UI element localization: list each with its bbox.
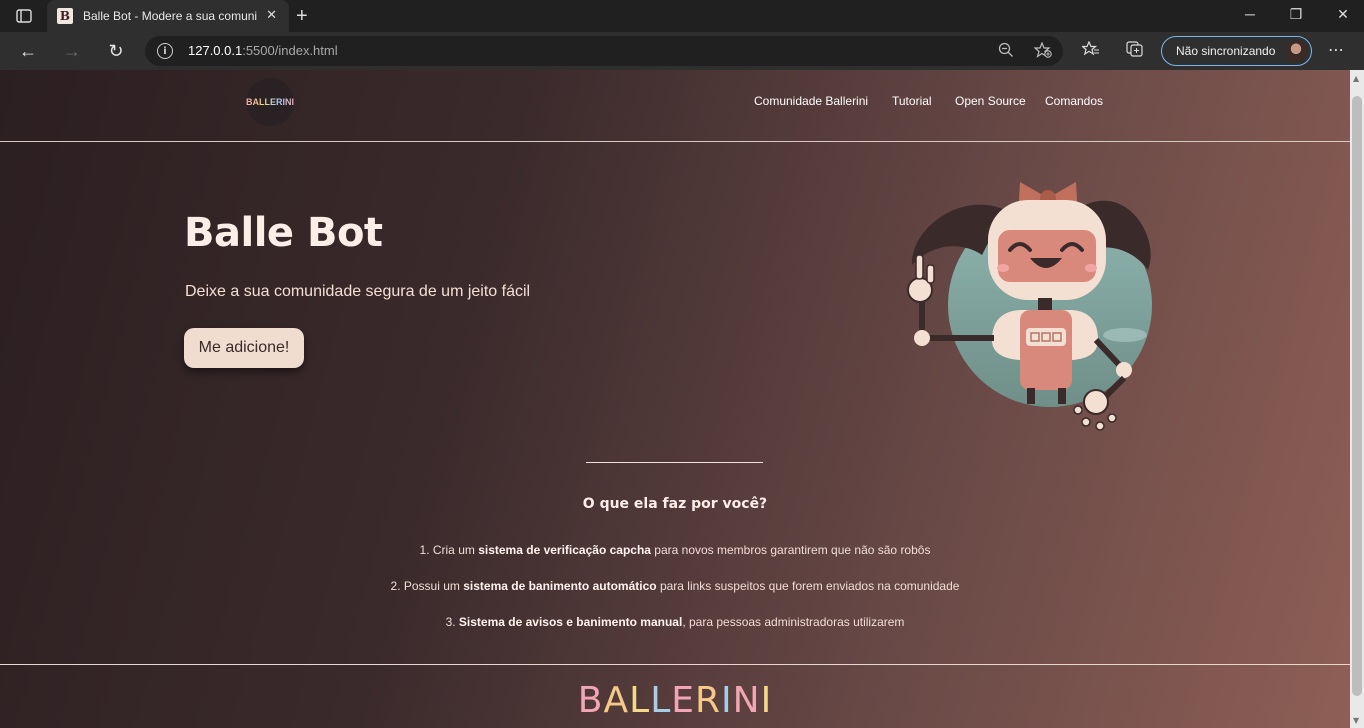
favicon-icon: B	[57, 8, 73, 24]
feature-item-3: 3. Sistema de avisos e banimento manual,…	[445, 615, 905, 629]
scroll-down-icon[interactable]: ▼	[1353, 716, 1359, 725]
collections-icon[interactable]	[1126, 41, 1144, 61]
page-viewport: BALLERINI Comunidade Ballerini Tutorial …	[0, 70, 1350, 728]
hero-subtitle: Deixe a sua comunidade segura de um jeit…	[185, 283, 531, 300]
site-logo[interactable]: BALLERINI	[246, 78, 294, 126]
browser-toolbar: ← → ↻ i 127.0.0.1:5500/index.html Não si…	[0, 32, 1364, 70]
sync-label: Não sincronizando	[1176, 44, 1276, 58]
section-divider	[586, 462, 763, 463]
site-info-icon[interactable]: i	[157, 43, 173, 59]
window-close-icon[interactable]: ✕	[1333, 6, 1353, 23]
footer-divider	[0, 664, 1350, 665]
tab-actions-icon[interactable]	[10, 6, 38, 26]
forward-icon[interactable]: →	[61, 40, 83, 62]
url-text[interactable]: 127.0.0.1:5500/index.html	[188, 43, 338, 58]
scroll-thumb[interactable]	[1352, 96, 1362, 696]
footer-logo-letter: B	[577, 680, 604, 721]
nav-link-tutorial[interactable]: Tutorial	[892, 94, 932, 108]
hero-title: Balle Bot	[184, 210, 383, 256]
footer-logo-letter: L	[650, 680, 672, 721]
feature-item-2: 2. Possui um sistema de banimento automá…	[390, 579, 960, 593]
minimize-icon[interactable]: ─	[1240, 6, 1260, 22]
sync-status-button[interactable]: Não sincronizando	[1161, 36, 1312, 66]
avatar	[1285, 40, 1307, 62]
nav-link-comandos[interactable]: Comandos	[1045, 94, 1103, 108]
refresh-icon[interactable]: ↻	[105, 40, 127, 62]
new-tab-icon[interactable]: +	[296, 5, 308, 28]
footer-logo-letter: L	[629, 680, 651, 721]
tab-title: Balle Bot - Modere a sua comuni	[83, 9, 258, 23]
browser-titlebar: B Balle Bot - Modere a sua comuni ✕ + ─ …	[0, 0, 1364, 32]
footer-logo-letter: I	[760, 680, 773, 721]
more-icon[interactable]: ⋯	[1328, 40, 1344, 59]
features-title: O que ela faz por você?	[582, 496, 768, 512]
footer-logo-letter: E	[671, 680, 695, 721]
address-bar[interactable]: i 127.0.0.1:5500/index.html	[145, 36, 1063, 66]
zoom-icon[interactable]	[998, 42, 1014, 62]
nav-link-comunidade[interactable]: Comunidade Ballerini	[754, 94, 868, 108]
add-favorite-icon[interactable]	[1033, 41, 1052, 62]
footer-logo: BALLERINI	[0, 680, 1350, 721]
close-icon[interactable]: ✕	[266, 8, 277, 23]
add-bot-button[interactable]: Me adicione!	[184, 328, 304, 368]
footer-logo-letter: N	[732, 680, 761, 721]
favorites-icon[interactable]	[1080, 40, 1100, 61]
nav-link-open-source[interactable]: Open Source	[955, 94, 1026, 108]
robot-illustration	[907, 182, 1152, 431]
back-icon[interactable]: ←	[17, 40, 39, 62]
site-header: BALLERINI Comunidade Ballerini Tutorial …	[0, 70, 1350, 142]
footer-logo-letter: I	[721, 680, 733, 721]
feature-item-1: 1. Cria um sistema de verificação capcha…	[419, 543, 931, 557]
scroll-up-icon[interactable]: ▲	[1353, 74, 1359, 83]
restore-icon[interactable]: ❐	[1286, 6, 1306, 23]
browser-tab[interactable]: B Balle Bot - Modere a sua comuni ✕	[47, 0, 289, 32]
footer-logo-letter: A	[603, 680, 630, 721]
footer-logo-letter: R	[695, 680, 722, 721]
